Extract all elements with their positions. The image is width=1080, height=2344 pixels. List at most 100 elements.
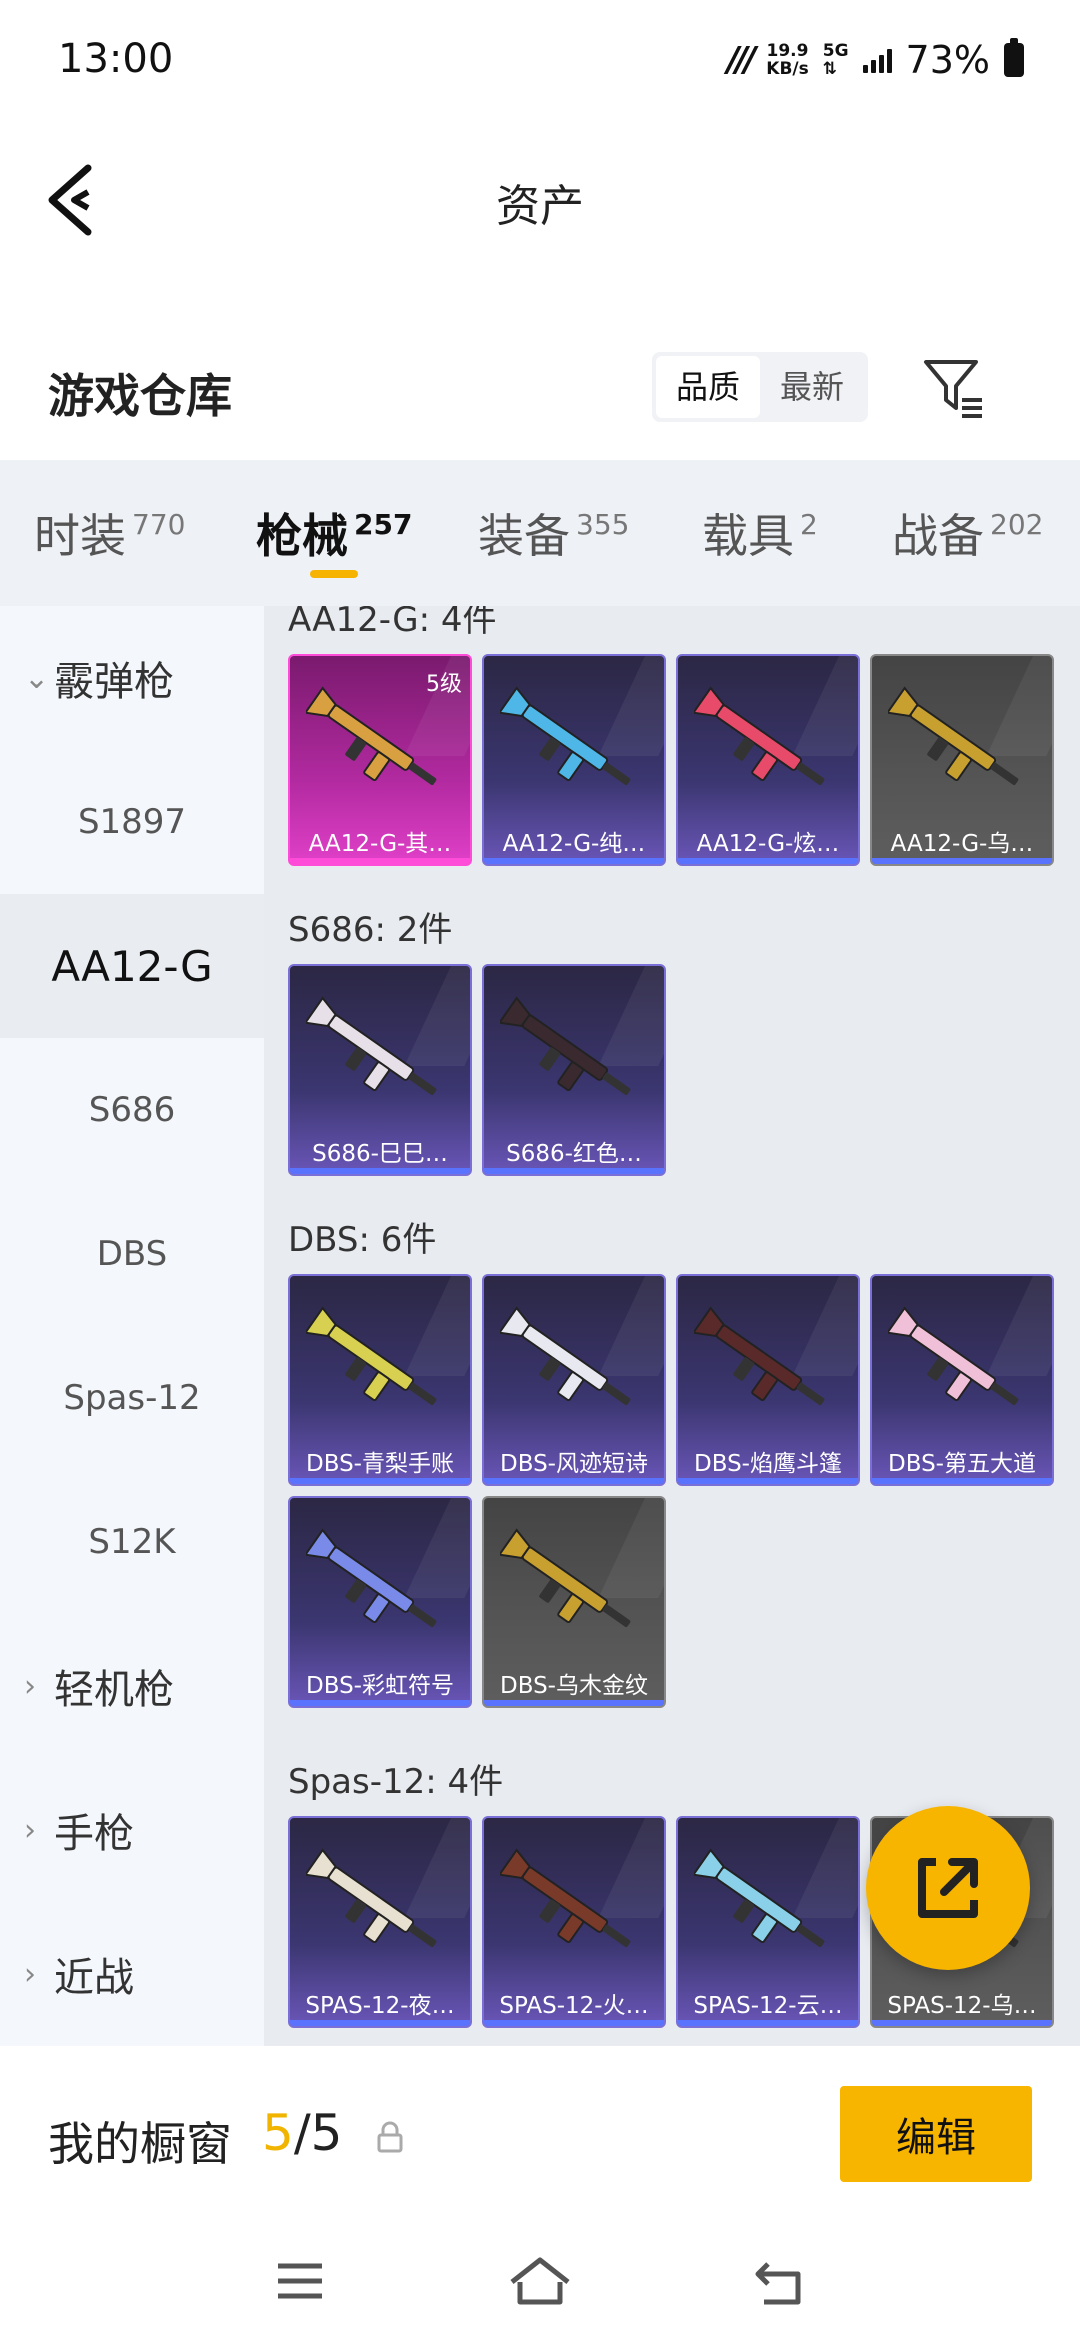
weapon-card[interactable]: AA12-G-纯… xyxy=(482,654,666,866)
weapon-card[interactable]: AA12-G-炫… xyxy=(676,654,860,866)
tab-equipment[interactable]: 装备 355 xyxy=(478,500,629,566)
chevron-right-icon: › xyxy=(24,1956,36,1992)
tab-label: 装备 xyxy=(478,509,570,563)
sidebar-group-pistol[interactable]: › 手枪 xyxy=(0,1758,264,1902)
sidebar-group-label: 霰弹枪 xyxy=(54,659,174,705)
page-title: 资产 xyxy=(496,181,584,232)
shotgun-icon xyxy=(306,1528,437,1627)
sidebar-item-s686[interactable]: S686 xyxy=(0,1038,264,1182)
weapon-card[interactable]: SPAS-12-夜… xyxy=(288,1816,472,2028)
tab-count: 770 xyxy=(132,508,186,541)
menu-icon[interactable] xyxy=(260,2246,340,2316)
showcase-current: 5 xyxy=(262,2104,294,2162)
weapon-card[interactable]: DBS-青梨手账 xyxy=(288,1274,472,1486)
network-speed: 19.9 KB/s xyxy=(766,42,808,78)
section-title: S686: 2件 xyxy=(288,910,453,950)
item-name: SPAS-12-夜… xyxy=(305,1993,455,2019)
sidebar-item-aa12g[interactable]: AA12-G xyxy=(0,894,264,1038)
share-fab-button[interactable] xyxy=(866,1806,1030,1970)
chevron-down-icon: ⌄ xyxy=(24,660,50,696)
sidebar-item-s1897[interactable]: S1897 xyxy=(0,750,264,894)
showcase-separator: / xyxy=(293,2104,311,2162)
sidebar-group-melee[interactable]: › 近战 xyxy=(0,1902,264,2046)
weapon-card[interactable]: DBS-焰鹰斗篷 xyxy=(676,1274,860,1486)
item-name: DBS-乌木金纹 xyxy=(500,1673,648,1699)
weapon-card[interactable]: DBS-彩虹符号 xyxy=(288,1496,472,1708)
rarity-bar xyxy=(290,1700,470,1706)
weapon-card[interactable]: SPAS-12-云… xyxy=(676,1816,860,2028)
item-name: SPAS-12-云… xyxy=(693,1993,843,2019)
battery-percent: 73% xyxy=(905,38,990,82)
shotgun-icon xyxy=(306,1306,437,1405)
data-arrows-icon: ⇅ xyxy=(822,59,837,79)
rarity-bar xyxy=(484,1168,664,1174)
sidebar-group-label: 轻机枪 xyxy=(54,1667,174,1713)
shotgun-icon xyxy=(888,686,1019,785)
item-name: DBS-风迹短诗 xyxy=(500,1451,648,1477)
item-name: S686-巳巳… xyxy=(312,1141,448,1167)
section-title: Spas-12: 4件 xyxy=(288,1762,504,1802)
weapon-sidebar: ⌄ 霰弹枪 S1897 AA12-G S686 DBS Spas-12 S12K … xyxy=(0,606,264,2046)
sidebar-item-spas12[interactable]: Spas-12 xyxy=(0,1326,264,1470)
shotgun-icon xyxy=(694,1848,825,1947)
showcase-bar: 我的橱窗 5/5 编辑 xyxy=(0,2046,1080,2226)
chevron-right-icon: › xyxy=(24,1812,36,1848)
shotgun-icon xyxy=(694,1306,825,1405)
tab-vehicles[interactable]: 载具 2 xyxy=(702,500,818,566)
weapon-card[interactable]: AA12-G-乌… xyxy=(870,654,1054,866)
battery-icon xyxy=(1004,38,1024,77)
filter-icon[interactable] xyxy=(922,356,986,420)
tab-supplies[interactable]: 战备 202 xyxy=(892,500,1043,566)
tab-count: 202 xyxy=(990,508,1044,541)
showcase-count: 5/5 xyxy=(262,2104,342,2162)
home-icon[interactable] xyxy=(500,2246,580,2316)
speed-unit: KB/s xyxy=(766,59,809,79)
tab-firearms[interactable]: 枪械 257 xyxy=(256,500,412,566)
tab-fashion[interactable]: 时装 770 xyxy=(34,500,185,566)
shotgun-icon xyxy=(694,686,825,785)
sort-newest-button[interactable]: 最新 xyxy=(760,356,864,418)
item-name: AA12-G-纯… xyxy=(502,831,646,857)
weapon-card[interactable]: S686-巳巳… xyxy=(288,964,472,1176)
shotgun-icon xyxy=(500,1528,631,1627)
rarity-bar xyxy=(290,858,470,864)
showcase-label: 我的橱窗 xyxy=(48,2117,232,2171)
item-name: SPAS-12-火… xyxy=(499,1993,649,2019)
weapon-card[interactable]: S686-红色… xyxy=(482,964,666,1176)
item-level: 5级 xyxy=(426,672,462,697)
warehouse-title: 游戏仓库 xyxy=(48,369,232,423)
rarity-bar xyxy=(290,2020,470,2026)
sidebar-group-shotgun[interactable]: ⌄ 霰弹枪 xyxy=(0,606,264,750)
weapon-card[interactable]: SPAS-12-火… xyxy=(482,1816,666,2028)
weapon-card[interactable]: DBS-风迹短诗 xyxy=(482,1274,666,1486)
sidebar-item-s12k[interactable]: S12K xyxy=(0,1470,264,1614)
status-icons: /// 19.9 KB/s 5G ⇅ 73% xyxy=(727,38,1024,82)
rarity-bar xyxy=(872,858,1052,864)
app-header: 资产 xyxy=(0,120,1080,280)
speed-value: 19.9 xyxy=(766,41,809,61)
lock-icon xyxy=(377,2121,403,2153)
back-nav-icon[interactable] xyxy=(740,2246,820,2316)
shotgun-icon xyxy=(500,1848,631,1947)
weapon-card[interactable]: DBS-第五大道 xyxy=(870,1274,1054,1486)
item-name: SPAS-12-乌… xyxy=(887,1993,1037,2019)
weapon-card[interactable]: 5级 AA12-G-其… xyxy=(288,654,472,866)
sort-toggle: 品质 最新 xyxy=(652,352,868,422)
item-name: AA12-G-乌… xyxy=(890,831,1034,857)
tab-count: 2 xyxy=(800,508,818,541)
sidebar-group-lmg[interactable]: › 轻机枪 xyxy=(0,1614,264,1758)
network-type: 5G ⇅ xyxy=(823,42,849,78)
external-link-icon xyxy=(918,1858,978,1918)
section-title: DBS: 6件 xyxy=(288,1220,437,1260)
weapon-card[interactable]: DBS-乌木金纹 xyxy=(482,1496,666,1708)
rarity-bar xyxy=(678,2020,858,2026)
sort-quality-button[interactable]: 品质 xyxy=(656,356,760,418)
tab-count: 355 xyxy=(576,508,630,541)
showcase-total: 5 xyxy=(310,2104,343,2162)
rarity-bar xyxy=(678,1478,858,1484)
status-bar: 13:00 /// 19.9 KB/s 5G ⇅ 73% xyxy=(0,0,1080,120)
edit-button[interactable]: 编辑 xyxy=(840,2086,1032,2182)
tab-label: 战备 xyxy=(892,509,984,563)
sidebar-item-dbs[interactable]: DBS xyxy=(0,1182,264,1326)
active-tab-indicator xyxy=(310,570,358,578)
